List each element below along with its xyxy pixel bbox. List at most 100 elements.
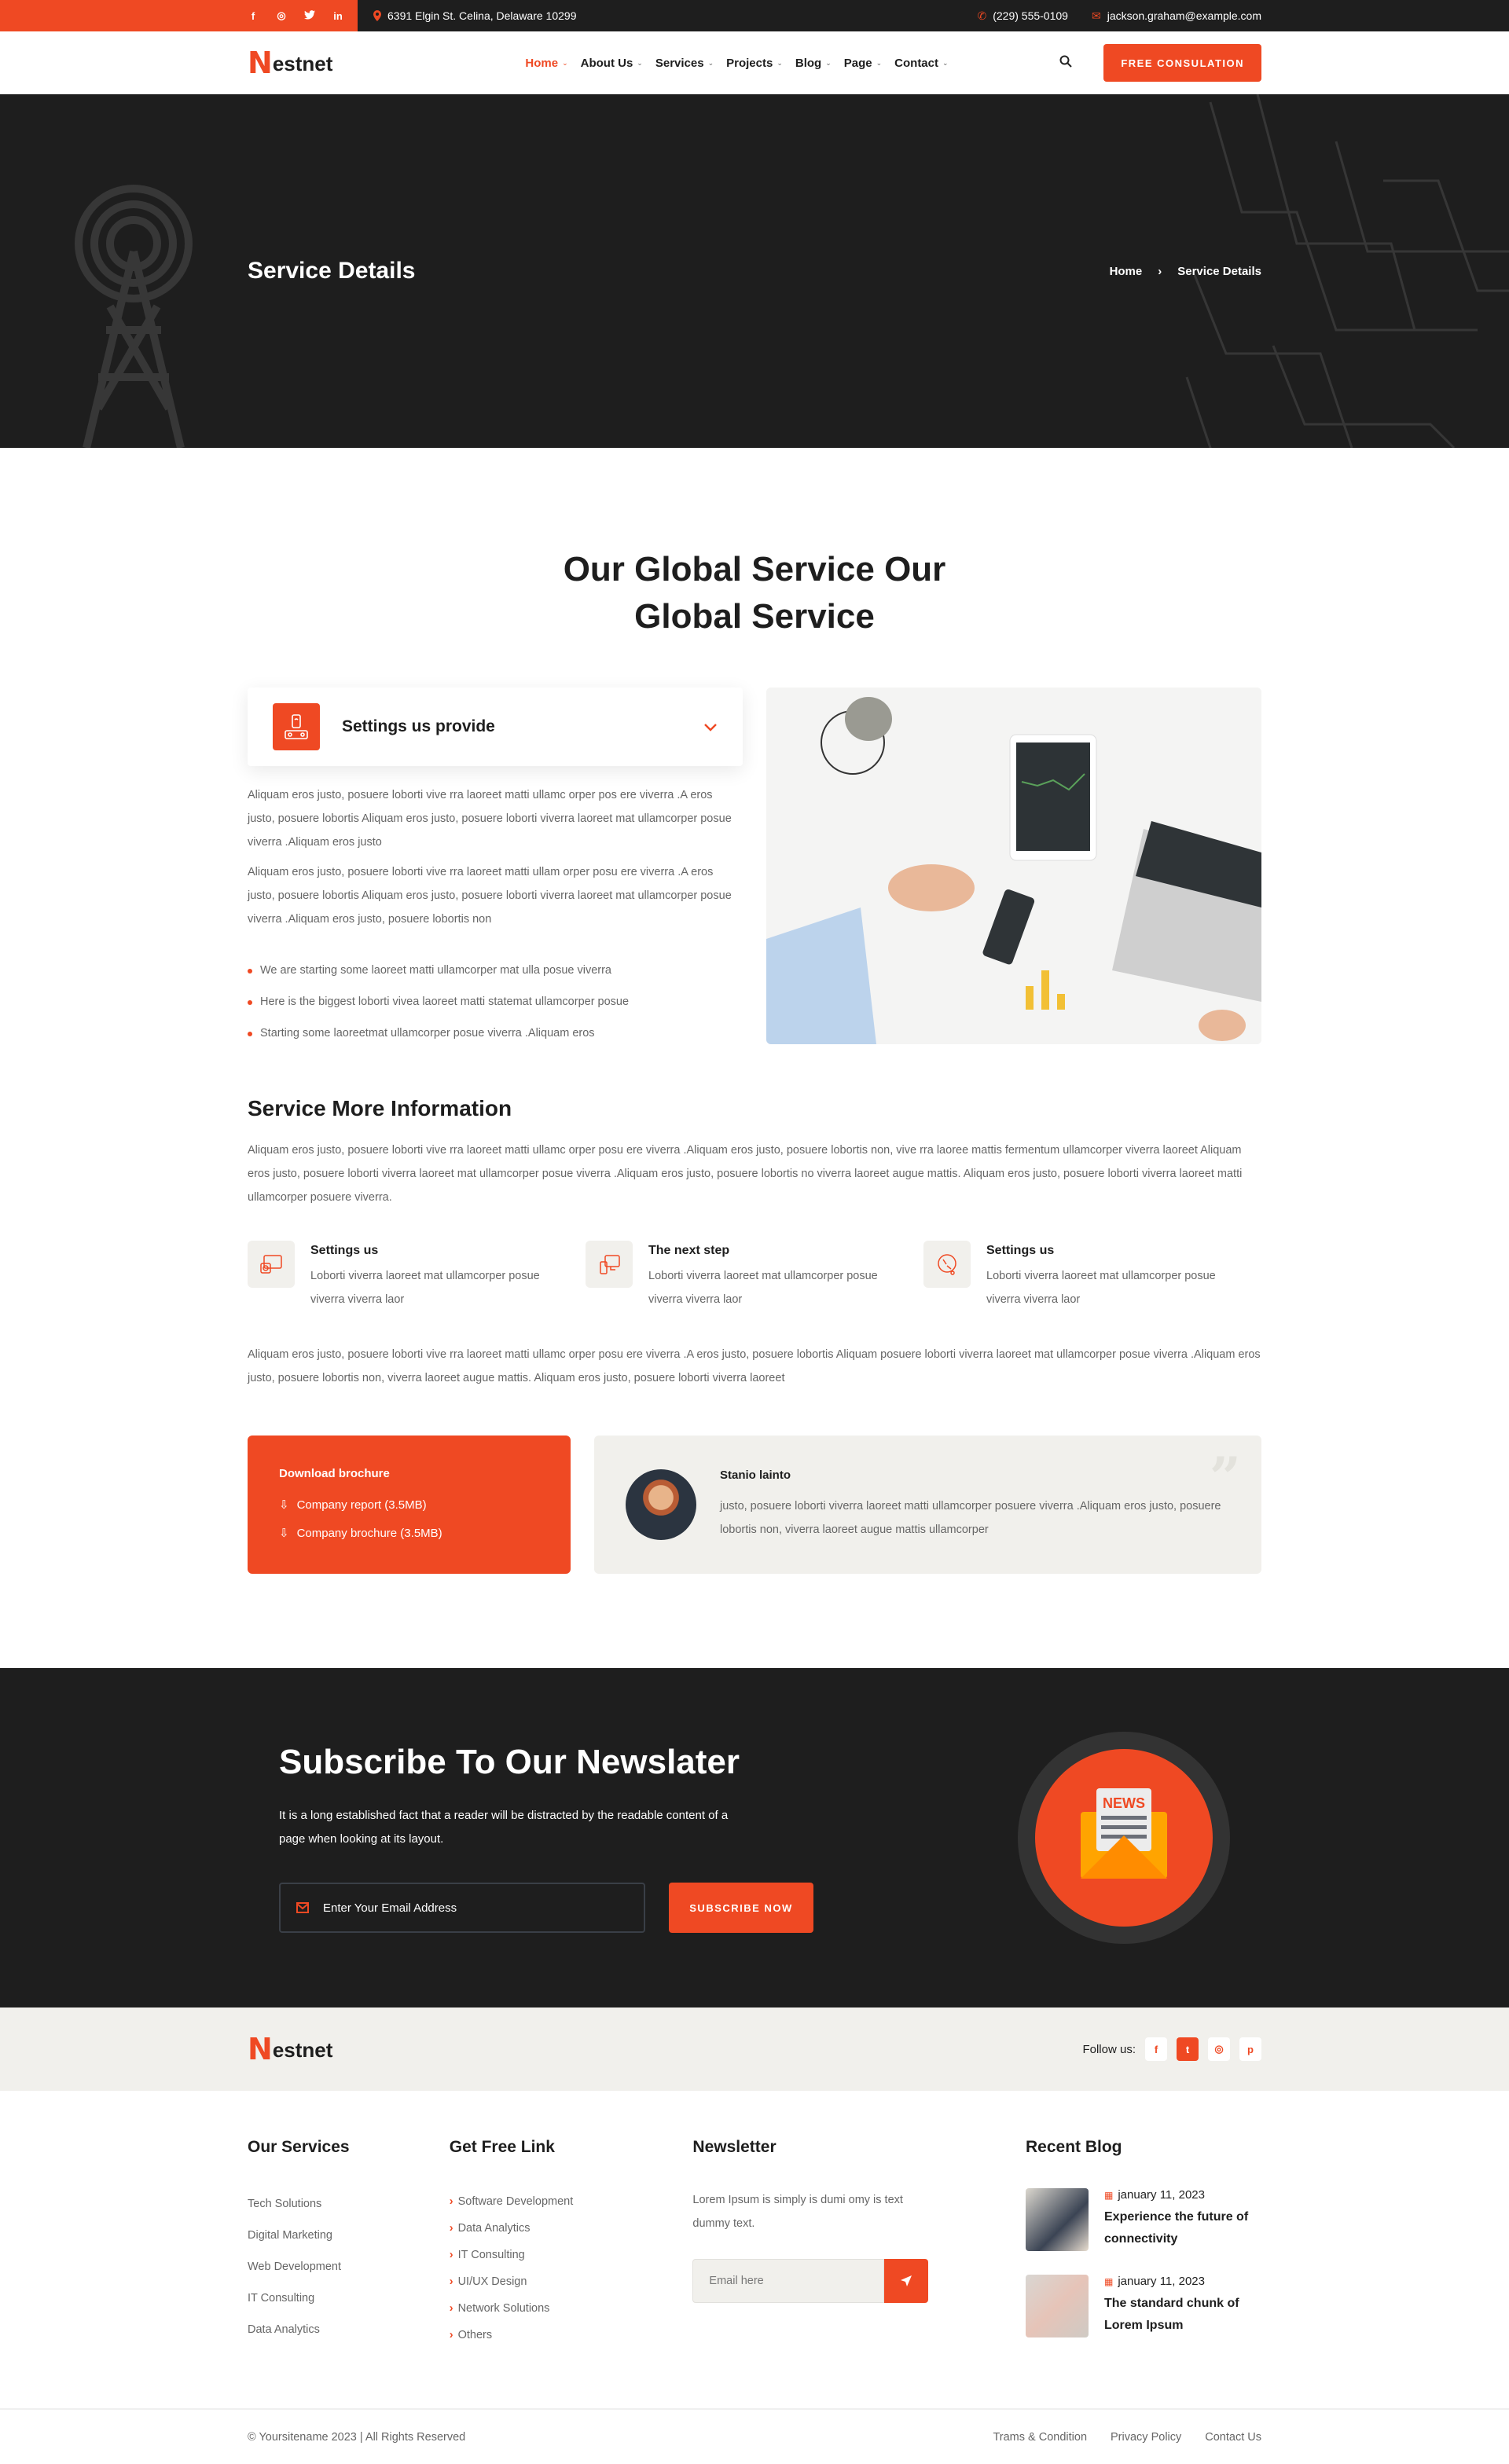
footer-services: Our Services Tech Solutions Digital Mark… [248,2138,450,2361]
quote-icon: ” [1209,1445,1241,1510]
facebook-icon[interactable]: f [248,10,259,22]
feature-item: Settings us Loborti viverra laoreet mat u… [923,1241,1261,1311]
footer-link[interactable]: Others [450,2322,693,2348]
download-company-brochure[interactable]: ⇩ Company brochure (3.5MB) [279,1520,539,1548]
breadcrumb-current: Service Details [1177,264,1261,278]
send-button[interactable] [884,2259,929,2303]
blog-title[interactable]: The standard chunk of Lorem Ipsum [1104,2293,1261,2337]
blog-item[interactable]: ▦ january 11, 2023 The standard chunk of … [1026,2275,1261,2338]
feature-text: Loborti viverra laoreet mat ullamcorper … [310,1270,540,1306]
smart-device-icon [273,703,320,750]
facebook-icon[interactable]: f [1145,2037,1167,2061]
cast-tv-icon [248,1241,295,1288]
footer-link[interactable]: Web Development [248,2251,450,2282]
address-text: 6391 Elgin St. Celina, Delaware 10299 [387,9,577,22]
logo[interactable]: Nestnet [248,48,333,78]
newsletter-text: Lorem Ipsum is simply is dumi omy is tex… [692,2194,903,2230]
nav-services[interactable]: Services ⌄ [655,57,714,70]
nav-label: Blog [795,56,822,70]
copyright: © Yoursitename 2023 | All Rights Reserve… [248,2430,466,2444]
nav-label: Contact [894,56,938,70]
file-label: Company report (3.5MB) [296,1498,427,1512]
testimonial-card: Stanio lainto justo, posuere loborti viv… [594,1436,1261,1574]
blog-title[interactable]: Experience the future of connectivity [1104,2206,1261,2250]
accordion-title: Settings us provide [342,717,495,735]
footer-link[interactable]: Data Analytics [248,2314,450,2345]
search-icon[interactable] [1059,55,1073,72]
address: 6391 Elgin St. Celina, Delaware 10299 [373,9,577,22]
blog-item[interactable]: ▦ january 11, 2023 Experience the future … [1026,2188,1261,2251]
breadcrumb-home[interactable]: Home [1110,265,1143,278]
svg-text:NEWS: NEWS [1103,1795,1145,1811]
feature-item: Settings us Loborti viverra laoreet mat u… [248,1241,586,1311]
logo-text: estnet [272,52,333,75]
feature-title: Settings us [986,1244,1055,1257]
chevron-down-icon[interactable] [703,717,718,737]
instagram-icon[interactable]: ◎ [276,9,287,22]
radio-tower-illustration [75,185,193,448]
contact-link[interactable]: Contact Us [1205,2431,1261,2444]
subscribe-section: Subscribe To Our Newslater It is a long … [0,1668,1509,2008]
nav-contact[interactable]: Contact ⌄ [894,57,948,70]
nav-label: About Us [580,56,633,70]
footer-logo[interactable]: Nestnet [248,2034,333,2064]
footer-heading: Newsletter [692,2138,777,2156]
footer-recent-blog: Recent Blog ▦ january 11, 2023 Experience… [1026,2138,1261,2361]
footer-link[interactable]: Software Development [450,2188,693,2215]
nav-projects[interactable]: Projects ⌄ [726,57,783,70]
download-title: Download brochure [279,1467,390,1480]
pinterest-icon[interactable]: p [1239,2037,1261,2061]
linkedin-icon[interactable]: in [332,10,343,22]
footer-link[interactable]: Digital Marketing [248,2220,450,2251]
nav-page[interactable]: Page ⌄ [844,57,882,70]
nav-about[interactable]: About Us ⌄ [581,57,643,70]
top-bar: f ◎ in 6391 Elgin St. Celina, Delaware 1… [0,0,1509,31]
footer-link[interactable]: UI/UX Design [450,2268,693,2295]
email-text: jackson.graham@example.com [1107,9,1261,22]
footer-link[interactable]: Data Analytics [450,2215,693,2242]
bullet-list: We are starting some laoreet matti ullam… [248,955,743,1049]
mail-icon [296,1902,309,1913]
twitter-icon[interactable] [304,9,315,22]
chevron-down-icon: ⌄ [942,58,949,67]
footer-link[interactable]: IT Consulting [450,2242,693,2268]
email-input[interactable]: Enter Your Email Address [279,1883,645,1933]
feature-title: Settings us [310,1244,379,1257]
feature-text: Loborti viverra laoreet mat ullamcorper … [648,1270,878,1306]
footer-heading: Get Free Link [449,2138,555,2156]
newsletter-email-input[interactable]: Email here [692,2259,885,2303]
newsletter-badge: NEWS [1018,1732,1230,1944]
more-info-title: Service More Information [248,1096,512,1120]
nav-label: Home [525,56,559,70]
blog-thumbnail [1026,2188,1089,2251]
accordion-header[interactable]: Settings us provide [248,688,743,766]
footer-link[interactable]: Network Solutions [450,2295,693,2322]
footer-link[interactable]: IT Consulting [248,2282,450,2314]
twitter-icon[interactable]: t [1177,2037,1199,2061]
terms-link[interactable]: Trams & Condition [993,2431,1087,2444]
closing-paragraph: Aliquam eros justo, posuere loborti vive… [248,1348,1261,1384]
download-company-report[interactable]: ⇩ Company report (3.5MB) [279,1491,539,1520]
nav-home[interactable]: Home ⌄ [525,57,567,70]
blog-thumbnail [1026,2275,1089,2338]
testimonial-text: justo, posuere loborti viverra laoreet m… [720,1499,1221,1536]
logo-text: estnet [272,2038,333,2062]
footer-link[interactable]: Tech Solutions [248,2188,450,2220]
phone[interactable]: ✆ (229) 555-0109 [977,9,1067,23]
instagram-icon[interactable]: ◎ [1208,2037,1230,2061]
chevron-down-icon: ⌄ [825,58,832,67]
nav-label: Services [655,56,704,70]
email[interactable]: ✉ jackson.graham@example.com [1092,9,1261,23]
paper-plane-icon [901,2275,912,2286]
free-consultation-button[interactable]: FREE CONSULATION [1103,44,1261,82]
testimonial-name: Stanio lainto [720,1468,791,1482]
privacy-link[interactable]: Privacy Policy [1111,2431,1181,2444]
blog-date: january 11, 2023 [1118,2188,1205,2202]
follow-label: Follow us: [1082,2042,1136,2056]
chevron-down-icon: ⌄ [562,58,568,67]
cloud-download-icon: ⇩ [279,1527,289,1540]
email-placeholder: Enter Your Email Address [323,1901,457,1915]
subscribe-button[interactable]: SUBSCRIBE NOW [669,1883,813,1933]
satellite-dish-icon [923,1241,971,1288]
nav-blog[interactable]: Blog ⌄ [795,57,832,70]
